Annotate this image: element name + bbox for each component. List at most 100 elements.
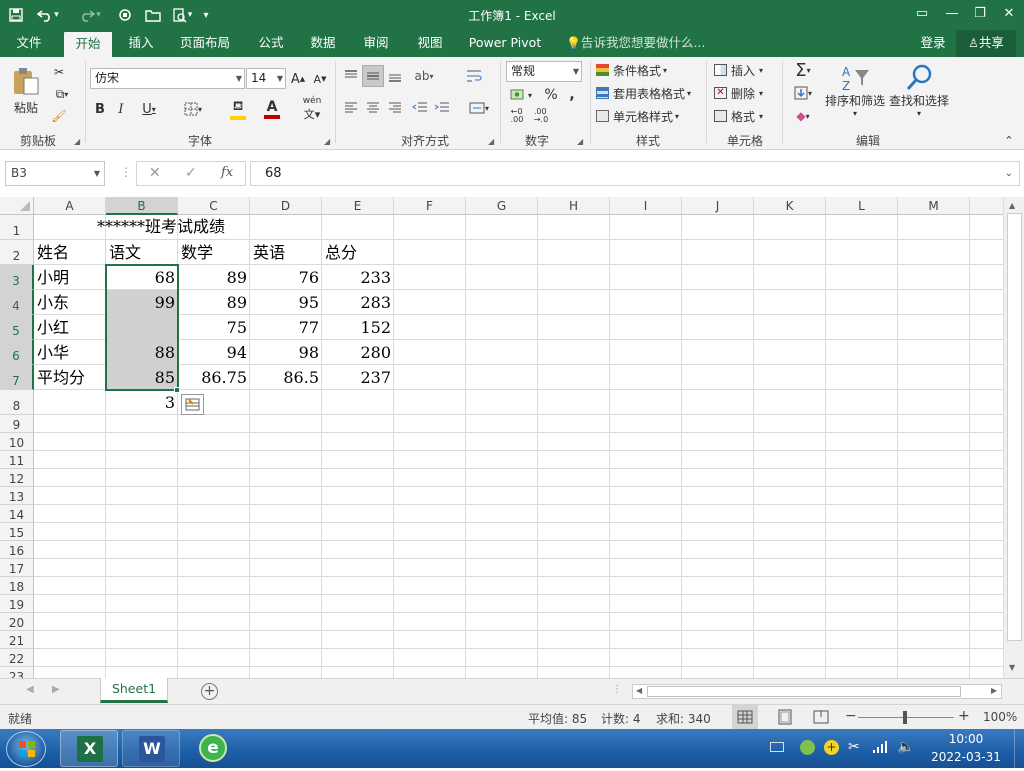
column-header-b[interactable]: B: [106, 197, 178, 215]
tab-power-pivot[interactable]: Power Pivot: [466, 30, 544, 57]
column-header-n[interactable]: [970, 197, 1003, 215]
network-icon[interactable]: [872, 740, 888, 754]
row-header-16[interactable]: 16: [0, 541, 34, 559]
row-header-13[interactable]: 13: [0, 487, 34, 505]
table-cell[interactable]: 233: [322, 265, 394, 290]
borders-icon[interactable]: ▾: [178, 99, 208, 119]
table-cell[interactable]: 94: [178, 340, 250, 365]
worksheet-grid[interactable]: A B C D E F G H I J K L M 1 2 3 4 5 6 7 …: [0, 197, 1003, 678]
column-header-a[interactable]: A: [34, 197, 106, 215]
phonetic-guide-icon[interactable]: wén 文▾: [296, 96, 328, 121]
keyboard-icon[interactable]: [770, 742, 784, 752]
conditional-formatting-button[interactable]: 条件格式 ▾: [596, 60, 692, 80]
sheet-scroll-right-icon[interactable]: ▶: [52, 684, 60, 695]
minimize-button[interactable]: —: [937, 2, 967, 26]
row-header-8[interactable]: 8: [0, 390, 34, 415]
tab-file[interactable]: 文件: [8, 30, 50, 57]
volume-icon[interactable]: 🔈: [897, 739, 914, 755]
table-cell[interactable]: 77: [250, 315, 322, 340]
grow-font-icon[interactable]: A ▲: [290, 69, 306, 89]
table-cell[interactable]: 小华: [34, 340, 106, 365]
clock[interactable]: 10:00 2022-03-31: [924, 732, 1008, 764]
table-cell[interactable]: 小明: [34, 265, 106, 290]
row-header-11[interactable]: 11: [0, 451, 34, 469]
column-header-d[interactable]: D: [250, 197, 322, 215]
table-cell[interactable]: 283: [322, 290, 394, 315]
row-header-21[interactable]: 21: [0, 631, 34, 649]
column-header-m[interactable]: M: [898, 197, 970, 215]
quick-analysis-button[interactable]: [181, 394, 204, 415]
row-header-12[interactable]: 12: [0, 469, 34, 487]
tray-plus-icon[interactable]: +: [824, 740, 839, 755]
row-header-6[interactable]: 6: [0, 340, 34, 365]
sheet-title-cell[interactable]: ******班考试成绩: [94, 215, 294, 240]
column-header-l[interactable]: L: [826, 197, 898, 215]
percent-style-button[interactable]: %: [541, 85, 561, 105]
tab-review[interactable]: 审阅: [355, 30, 397, 57]
tab-home[interactable]: 开始: [64, 32, 112, 57]
table-cell[interactable]: 75: [178, 315, 250, 340]
header-math-cell[interactable]: 数学: [178, 240, 250, 265]
font-name-combo[interactable]: 仿宋 ▼: [90, 68, 245, 89]
share-button[interactable]: ♙共享: [956, 30, 1016, 57]
row-header-3[interactable]: 3: [0, 265, 34, 290]
column-header-k[interactable]: K: [754, 197, 826, 215]
insert-function-icon[interactable]: fx: [221, 165, 233, 180]
zoom-slider-thumb[interactable]: [903, 711, 907, 724]
bold-button[interactable]: B: [93, 99, 107, 119]
scroll-right-icon[interactable]: ▶: [991, 686, 997, 695]
align-top-icon[interactable]: [342, 65, 360, 87]
orientation-icon[interactable]: ab ▾: [410, 65, 438, 87]
name-box[interactable]: B3 ▼: [5, 161, 105, 186]
wrap-text-icon[interactable]: [464, 65, 484, 87]
cut-icon[interactable]: ✂: [48, 63, 70, 81]
fill-icon[interactable]: ▾: [788, 83, 818, 103]
font-size-combo[interactable]: 14 ▼: [246, 68, 286, 89]
table-cell[interactable]: 237: [322, 365, 394, 390]
delete-cells-button[interactable]: ✕ 删除 ▾: [714, 83, 776, 103]
tab-view[interactable]: 视图: [409, 30, 451, 57]
select-all-corner[interactable]: [0, 197, 34, 215]
horizontal-scrollbar-thumb[interactable]: [647, 686, 961, 697]
format-cells-button[interactable]: 格式 ▾: [714, 106, 776, 126]
clear-icon[interactable]: ◆ ▾: [788, 106, 818, 126]
vertical-scrollbar[interactable]: ▲ ▼: [1003, 197, 1024, 678]
underline-button[interactable]: U ▾: [136, 99, 162, 119]
new-sheet-button[interactable]: +: [201, 683, 218, 700]
scroll-left-icon[interactable]: ◀: [636, 686, 642, 695]
increase-indent-icon[interactable]: [432, 97, 452, 119]
collapse-ribbon-icon[interactable]: ⌃: [1002, 133, 1016, 147]
start-button[interactable]: [6, 731, 46, 767]
sort-filter-button[interactable]: AZ 排序和筛选 ▾: [822, 61, 888, 121]
row-header-20[interactable]: 20: [0, 613, 34, 631]
table-cell[interactable]: 95: [250, 290, 322, 315]
align-right-icon[interactable]: [386, 97, 404, 119]
expand-formula-bar-icon[interactable]: ⌄: [1005, 162, 1013, 185]
row-header-22[interactable]: 22: [0, 649, 34, 667]
shrink-font-icon[interactable]: A ▼: [312, 69, 328, 89]
align-left-icon[interactable]: [342, 97, 360, 119]
table-cell[interactable]: 86.75: [178, 365, 250, 390]
fill-handle[interactable]: [174, 387, 180, 393]
decrease-indent-icon[interactable]: [410, 97, 430, 119]
taskbar-word[interactable]: W: [122, 730, 180, 767]
row-header-19[interactable]: 19: [0, 595, 34, 613]
table-cell[interactable]: 平均分: [34, 365, 106, 390]
row-header-10[interactable]: 10: [0, 433, 34, 451]
cancel-icon[interactable]: ✕: [149, 165, 161, 181]
header-chinese-cell[interactable]: 语文: [106, 240, 178, 265]
table-cell[interactable]: 89: [178, 290, 250, 315]
zoom-out-button[interactable]: −: [845, 708, 857, 724]
decrease-decimal-icon[interactable]: .00 →.0: [530, 107, 552, 125]
scroll-up-icon[interactable]: ▲: [1009, 201, 1015, 210]
comma-style-button[interactable]: ,: [565, 85, 579, 105]
table-cell[interactable]: 89: [178, 265, 250, 290]
table-cell[interactable]: 280: [322, 340, 394, 365]
zoom-level[interactable]: 100%: [983, 710, 1017, 724]
align-middle-icon[interactable]: [362, 65, 384, 87]
formula-input[interactable]: 68 ⌄: [250, 161, 1020, 186]
scrollbar-thumb[interactable]: [1007, 213, 1022, 641]
number-format-combo[interactable]: 常规 ▼: [506, 61, 582, 82]
align-center-icon[interactable]: [364, 97, 382, 119]
row-header-7[interactable]: 7: [0, 365, 34, 390]
